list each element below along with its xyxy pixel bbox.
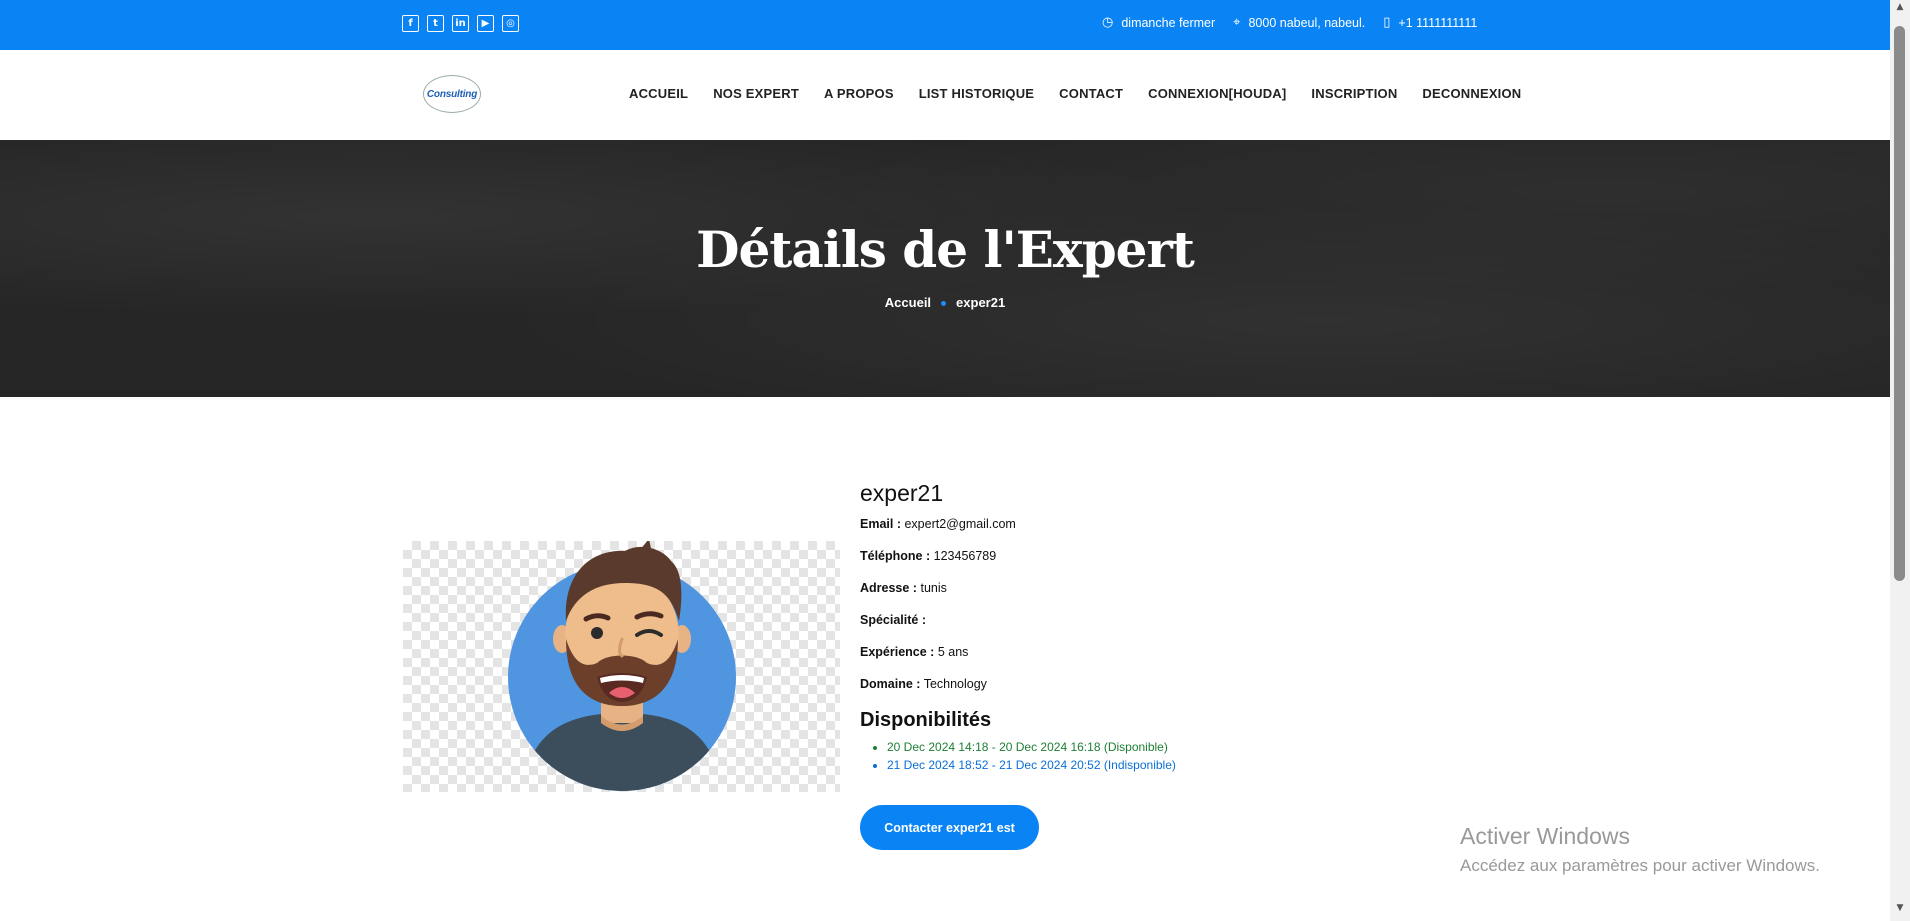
phone-text: +1 1111111111 [1398, 15, 1478, 30]
linkedin-icon[interactable]: in [452, 15, 469, 32]
expert-photo [403, 539, 840, 792]
scroll-down-arrow-icon[interactable]: ▼ [1890, 903, 1910, 919]
expert-name: exper21 [860, 480, 944, 506]
address-value: tunis [920, 581, 947, 595]
scroll-up-arrow-icon[interactable]: ▲ [1890, 2, 1910, 18]
facebook-icon[interactable]: f [402, 15, 419, 32]
breadcrumb-current: exper21 [956, 295, 1006, 310]
twitter-icon[interactable]: t [427, 15, 444, 32]
watermark-title: Activer Windows [1460, 823, 1630, 849]
main-menu: ACCUEIL NOS EXPERT A PROPOS LIST HISTORI… [629, 86, 1521, 101]
page-scrollbar[interactable]: ▲ ▼ [1890, 0, 1910, 921]
site-logo[interactable]: Consulting [423, 75, 481, 113]
domain-row: Domaine : Technology [860, 677, 1360, 691]
specialty-row: Spécialité : [860, 613, 1360, 627]
address-text: 8000 nabeul, nabeul. [1248, 15, 1366, 30]
location-icon: ⌖ [1233, 15, 1241, 30]
breadcrumb-separator [941, 301, 947, 307]
contact-info: ◷ dimanche fermer ⌖ 8000 nabeul, nabeul.… [1102, 15, 1477, 30]
specialty-label: Spécialité : [860, 613, 926, 627]
domain-label: Domaine : [860, 677, 921, 691]
nav-nos-expert[interactable]: NOS EXPERT [713, 86, 799, 101]
nav-inscription[interactable]: INSCRIPTION [1311, 86, 1397, 101]
address-info: ⌖ 8000 nabeul, nabeul. [1233, 15, 1365, 30]
email-row: Email : expert2@gmail.com [860, 517, 1360, 531]
email-label: Email : [860, 517, 901, 531]
scrollbar-thumb[interactable] [1894, 26, 1905, 581]
phone-row: Téléphone : 123456789 [860, 549, 1360, 563]
breadcrumb: Accueil exper21 [0, 295, 1890, 310]
instagram-icon[interactable]: ◎ [502, 15, 519, 32]
availability-title: Disponibilités [860, 709, 992, 731]
hours-info: ◷ dimanche fermer [1102, 15, 1215, 30]
phone-info: ▯ +1 1111111111 [1383, 15, 1477, 30]
experience-label: Expérience : [860, 645, 935, 659]
domain-value: Technology [923, 677, 987, 691]
phone-value: 123456789 [933, 549, 997, 563]
clock-icon: ◷ [1102, 15, 1114, 30]
main-navbar: Consulting ACCUEIL NOS EXPERT A PROPOS L… [0, 50, 1890, 140]
nav-connexion[interactable]: CONNEXION[HOUDA] [1148, 86, 1286, 101]
nav-deconnexion[interactable]: DECONNEXION [1422, 86, 1521, 101]
logo-text: Consulting [426, 88, 478, 100]
breadcrumb-home[interactable]: Accueil [885, 295, 931, 310]
page-title: Détails de l'Expert [696, 220, 1195, 279]
availability-slot: 21 Dec 2024 18:52 - 21 Dec 2024 20:52 (I… [887, 758, 1360, 772]
address-row: Adresse : tunis [860, 581, 1360, 595]
top-bar: f t in ▶ ◎ ◷ dimanche fermer ⌖ 8000 nabe… [0, 0, 1890, 50]
hours-text: dimanche fermer [1121, 15, 1216, 30]
nav-accueil[interactable]: ACCUEIL [629, 86, 688, 101]
nav-contact[interactable]: CONTACT [1059, 86, 1123, 101]
email-value: expert2@gmail.com [904, 517, 1016, 531]
social-links: f t in ▶ ◎ [402, 15, 519, 32]
phone-label: Téléphone : [860, 549, 931, 563]
nav-list-historique[interactable]: LIST HISTORIQUE [919, 86, 1034, 101]
address-label: Adresse : [860, 581, 917, 595]
availability-slot: 20 Dec 2024 14:18 - 20 Dec 2024 16:18 (D… [887, 740, 1360, 754]
availability-list: 20 Dec 2024 14:18 - 20 Dec 2024 16:18 (D… [860, 740, 1360, 772]
youtube-icon[interactable]: ▶ [477, 15, 494, 32]
windows-activation-watermark: Activer Windows Accédez aux paramètres p… [1460, 823, 1820, 876]
expert-details: exper21 Email : expert2@gmail.com Téléph… [860, 480, 1360, 776]
watermark-subtitle: Accédez aux paramètres pour activer Wind… [1460, 856, 1820, 875]
page-hero: Détails de l'Expert Accueil exper21 [0, 140, 1890, 397]
avatar-illustration [508, 539, 736, 791]
phone-icon: ▯ [1383, 15, 1391, 30]
experience-row: Expérience : 5 ans [860, 645, 1360, 659]
nav-a-propos[interactable]: A PROPOS [824, 86, 894, 101]
experience-value: 5 ans [937, 645, 969, 659]
contact-expert-button[interactable]: Contacter exper21 est [860, 805, 1039, 850]
